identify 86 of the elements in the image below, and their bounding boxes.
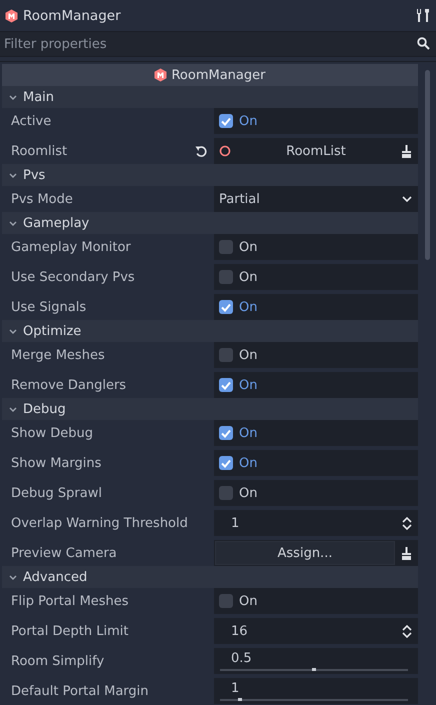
section-header[interactable]: Pvs — [2, 164, 418, 186]
section-header[interactable]: Gameplay — [2, 212, 418, 234]
spinner-arrows-icon[interactable] — [402, 516, 412, 530]
checkbox[interactable] — [219, 240, 233, 254]
property-label: Active — [11, 114, 52, 128]
spinner-arrows-icon[interactable] — [402, 624, 412, 638]
section-title: Main — [23, 90, 54, 104]
property-label: Overlap Warning Threshold — [11, 516, 188, 530]
checkbox[interactable] — [219, 348, 233, 362]
checkbox-label: On — [239, 348, 258, 362]
checkbox[interactable] — [219, 486, 233, 500]
property-label: Preview Camera — [11, 546, 117, 560]
brush-icon[interactable] — [401, 546, 412, 560]
checkbox-label: On — [239, 456, 258, 470]
checkbox[interactable] — [219, 426, 233, 440]
slider-grabber[interactable] — [238, 698, 242, 701]
property-label: Room Simplify — [11, 654, 104, 668]
property-label: Default Portal Margin — [11, 684, 149, 698]
checkbox-label: On — [239, 486, 258, 500]
checkbox[interactable] — [219, 300, 233, 314]
checkbox-label: On — [239, 114, 258, 128]
property-label: Show Debug — [11, 426, 93, 440]
section-header[interactable]: Main — [2, 86, 418, 108]
section-title: Pvs — [23, 168, 46, 182]
chevron-down-icon — [9, 574, 17, 580]
checkbox-label: On — [239, 300, 258, 314]
property-label: Debug Sprawl — [11, 486, 102, 500]
checkbox-field[interactable]: On — [214, 264, 418, 290]
number-field[interactable]: 16 — [214, 618, 418, 644]
checkbox[interactable] — [219, 378, 233, 392]
scrollbar[interactable] — [425, 70, 430, 260]
circle-icon — [219, 145, 231, 157]
checkbox[interactable] — [219, 114, 233, 128]
property-label: Gameplay Monitor — [11, 240, 131, 254]
checkbox-field[interactable]: On — [214, 420, 418, 446]
checkbox-field[interactable]: On — [214, 372, 418, 398]
node-icon — [5, 8, 18, 22]
chevron-down-icon — [9, 94, 17, 100]
chevron-down-icon — [9, 406, 17, 412]
property-label: Remove Danglers — [11, 378, 126, 392]
search-icon — [417, 37, 430, 50]
number-field[interactable]: 1 — [214, 510, 418, 536]
revert-icon[interactable] — [195, 144, 208, 158]
checkbox-label: On — [239, 594, 258, 608]
section-title: Advanced — [23, 570, 88, 584]
checkbox-field[interactable]: On — [214, 108, 418, 134]
section-header[interactable]: Optimize — [2, 320, 418, 342]
section-title: Optimize — [23, 324, 82, 338]
section-header[interactable]: Debug — [2, 398, 418, 420]
checkbox-field[interactable]: On — [214, 480, 418, 506]
property-label: Show Margins — [11, 456, 102, 470]
node-title: RoomManager — [23, 8, 122, 24]
property-label: Flip Portal Meshes — [11, 594, 129, 608]
property-label: Use Secondary Pvs — [11, 270, 135, 284]
section-title: Debug — [23, 402, 66, 416]
checkbox-field[interactable]: On — [214, 294, 418, 320]
property-label: Merge Meshes — [11, 348, 105, 362]
chevron-down-icon — [402, 196, 412, 202]
property-label: Use Signals — [11, 300, 86, 314]
tools-icon[interactable] — [416, 8, 430, 23]
property-label: Portal Depth Limit — [11, 624, 128, 638]
brush-icon[interactable] — [401, 144, 412, 158]
checkbox-field[interactable]: On — [214, 450, 418, 476]
filter-field[interactable]: Filter properties — [0, 31, 436, 57]
section-title: Gameplay — [23, 216, 90, 230]
property-label: Pvs Mode — [11, 192, 73, 206]
checkbox-field[interactable]: On — [214, 588, 418, 614]
class-name: RoomManager — [171, 68, 266, 82]
checkbox-label: On — [239, 378, 258, 392]
chevron-down-icon — [9, 328, 17, 334]
slider-grabber[interactable] — [312, 668, 316, 671]
checkbox[interactable] — [219, 456, 233, 470]
chevron-down-icon — [9, 172, 17, 178]
checkbox[interactable] — [219, 594, 233, 608]
dropdown[interactable]: Partial — [214, 186, 418, 212]
section-header[interactable]: Advanced — [2, 566, 418, 588]
checkbox-field[interactable]: On — [214, 342, 418, 368]
node-icon — [154, 68, 168, 82]
property-label: Roomlist — [11, 144, 68, 158]
assign-button[interactable]: Assign... — [215, 541, 395, 565]
checkbox[interactable] — [219, 270, 233, 284]
chevron-down-icon — [9, 220, 17, 226]
checkbox-label: On — [239, 240, 258, 254]
checkbox-label: On — [239, 426, 258, 440]
checkbox-label: On — [239, 270, 258, 284]
checkbox-field[interactable]: On — [214, 234, 418, 260]
